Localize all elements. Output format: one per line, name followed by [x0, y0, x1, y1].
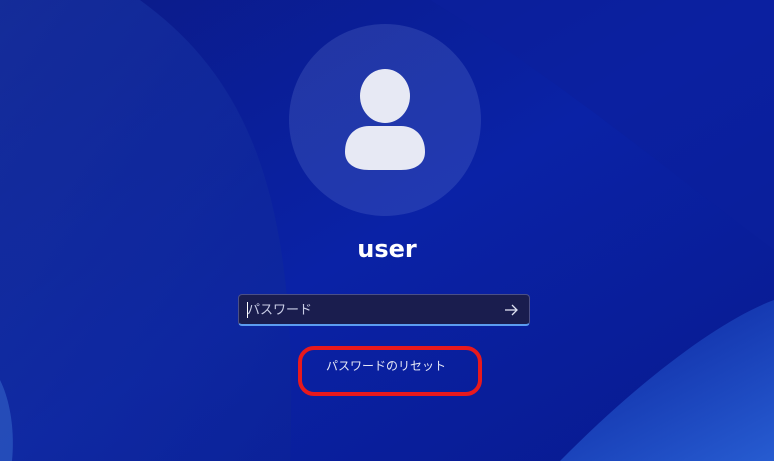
password-input[interactable]: [247, 295, 497, 325]
password-field[interactable]: [238, 294, 530, 326]
text-caret: [247, 302, 248, 318]
user-avatar: [289, 24, 481, 216]
highlight-annotation: [298, 346, 482, 396]
arrow-right-icon: [505, 304, 518, 316]
user-name: user: [357, 235, 417, 263]
person-icon: [345, 69, 425, 170]
submit-button[interactable]: [499, 298, 523, 322]
